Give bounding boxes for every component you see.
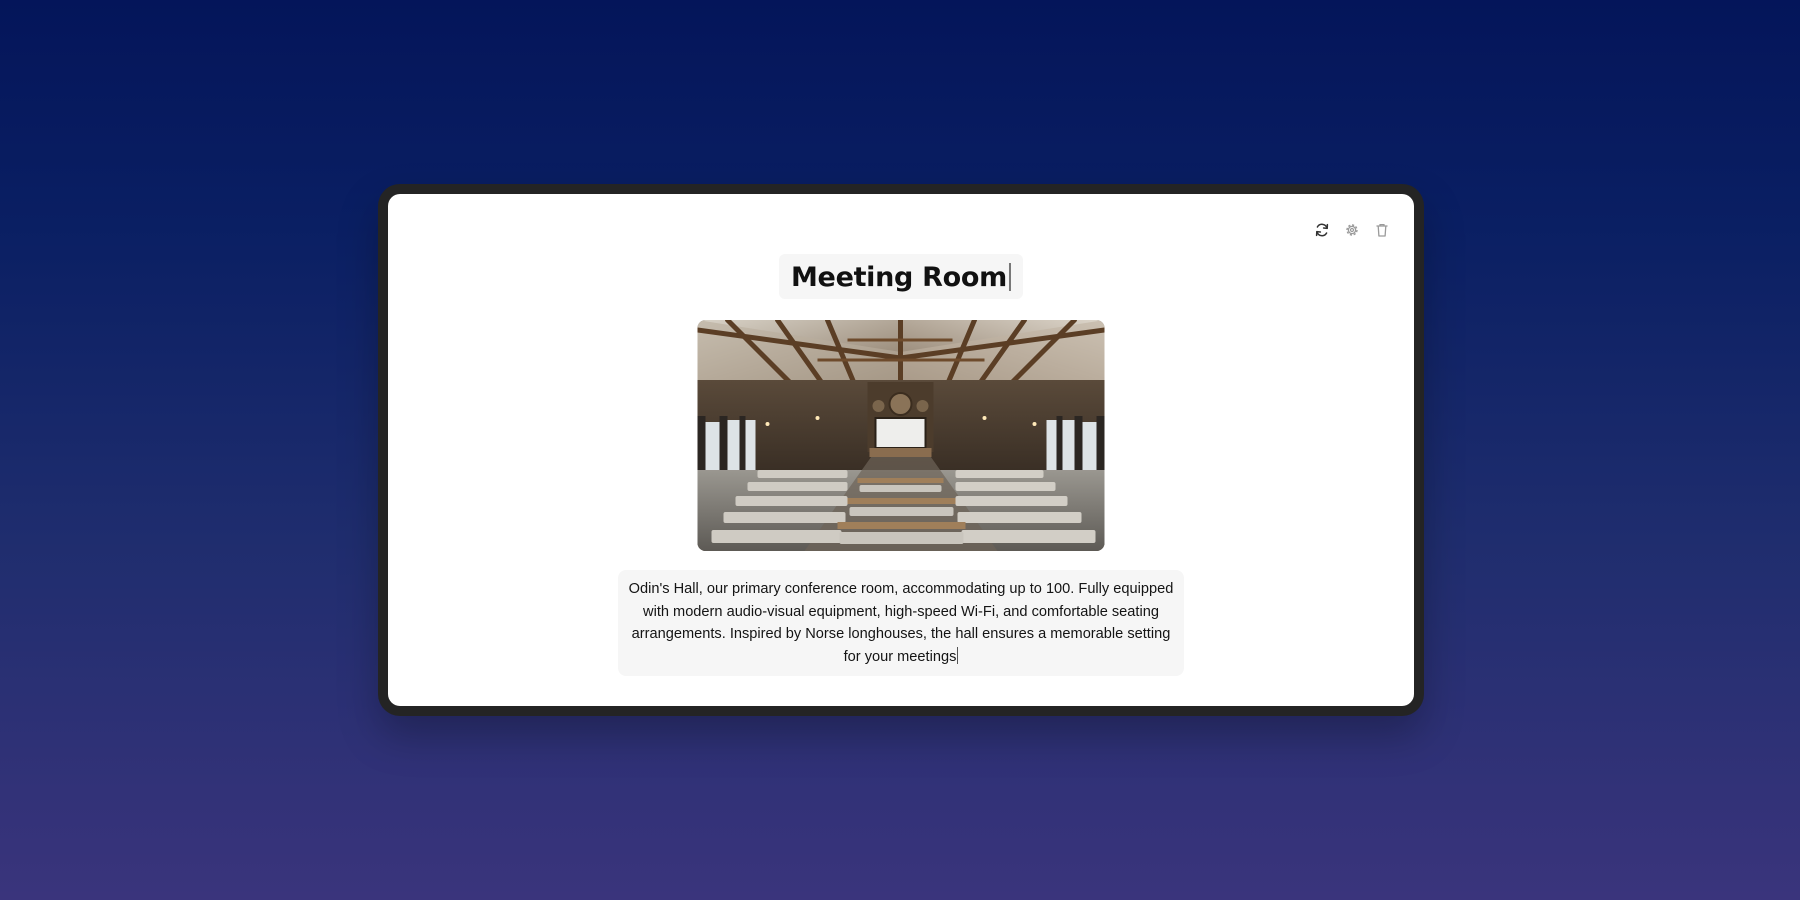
settings-button[interactable] xyxy=(1342,220,1362,240)
text-cursor xyxy=(957,646,959,664)
refresh-icon xyxy=(1314,222,1330,238)
page-title: Meeting Room xyxy=(790,262,1008,293)
content-card: Meeting Room Odin's Hall, our primary co… xyxy=(388,194,1414,706)
refresh-button[interactable] xyxy=(1312,220,1332,240)
device-frame: Meeting Room Odin's Hall, our primary co… xyxy=(378,184,1424,716)
trash-icon xyxy=(1374,222,1390,238)
room-image[interactable] xyxy=(697,320,1105,551)
description-field[interactable]: Odin's Hall, our primary conference room… xyxy=(618,570,1184,676)
delete-button[interactable] xyxy=(1372,220,1392,240)
gear-icon xyxy=(1344,222,1360,238)
title-field[interactable]: Meeting Room xyxy=(778,254,1024,299)
text-cursor xyxy=(1009,263,1012,291)
room-description: Odin's Hall, our primary conference room… xyxy=(628,581,1174,665)
card-toolbar xyxy=(1312,220,1392,240)
